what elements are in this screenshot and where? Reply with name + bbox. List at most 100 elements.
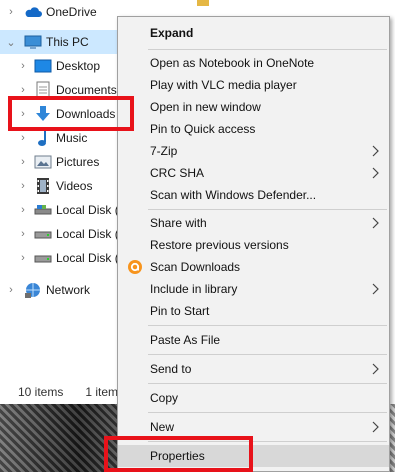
nav-label: Local Disk ( [56, 227, 119, 241]
menu-item-label: Include in library [150, 282, 238, 296]
chevron-right-icon[interactable]: › [16, 83, 30, 97]
avast-icon [126, 258, 144, 276]
desktop-icon [34, 57, 52, 75]
menu-item-label: Open as Notebook in OneNote [150, 56, 315, 70]
nav-label: Downloads [56, 107, 116, 121]
navigation-pane: › OneDrive ⌄ This PC › Desktop › Documen… [0, 0, 130, 380]
menu-item-pin-quick-access[interactable]: Pin to Quick access [118, 118, 389, 140]
menu-item-label: Pin to Start [150, 304, 210, 318]
chevron-right-icon[interactable]: › [4, 5, 18, 19]
menu-item-scan-downloads[interactable]: Scan Downloads [118, 256, 389, 278]
menu-item-crc-sha[interactable]: CRC SHA [118, 162, 389, 184]
chevron-right-icon[interactable]: › [16, 131, 30, 145]
chevron-right-icon[interactable]: › [16, 59, 30, 73]
cloud-icon [24, 3, 42, 21]
chevron-right-icon [371, 420, 381, 434]
menu-item-label: Restore previous versions [150, 238, 289, 252]
disk-icon [34, 201, 52, 219]
videos-icon [34, 177, 52, 195]
menu-item-open-onenote[interactable]: Open as Notebook in OneNote [118, 52, 389, 74]
nav-label: Network [46, 283, 91, 297]
chevron-right-icon [371, 362, 381, 376]
documents-icon [34, 81, 52, 99]
pictures-icon [34, 153, 52, 171]
nav-label: OneDrive [46, 5, 97, 19]
menu-item-properties[interactable]: Properties [118, 445, 389, 467]
menu-item-include-library[interactable]: Include in library [118, 278, 389, 300]
chevron-right-icon [371, 216, 381, 230]
menu-separator [148, 383, 387, 384]
chevron-right-icon[interactable]: › [16, 107, 30, 121]
nav-item-onedrive[interactable]: › OneDrive [0, 0, 130, 24]
menu-item-label: Copy [150, 391, 179, 405]
menu-item-label: Expand [150, 26, 194, 40]
status-item-count: 10 items [18, 385, 64, 399]
menu-item-restore-versions[interactable]: Restore previous versions [118, 234, 389, 256]
nav-item-this-pc[interactable]: ⌄ This PC [0, 30, 130, 54]
nav-label: Local Disk ( [56, 251, 119, 265]
disk-icon [34, 249, 52, 267]
status-bar: 10 items 1 item [0, 380, 130, 404]
menu-item-expand[interactable]: Expand [118, 22, 389, 44]
menu-item-label: New [150, 420, 175, 434]
chevron-right-icon [371, 166, 381, 180]
chevron-right-icon[interactable]: › [16, 203, 30, 217]
menu-item-label: Send to [150, 362, 192, 376]
chevron-right-icon[interactable]: › [16, 155, 30, 169]
nav-item-local-disk-3[interactable]: › Local Disk ( [0, 246, 130, 270]
menu-item-open-new-window[interactable]: Open in new window [118, 96, 389, 118]
nav-item-local-disk-1[interactable]: › Local Disk ( [0, 198, 130, 222]
menu-item-send-to[interactable]: Send to [118, 358, 389, 380]
menu-item-scan-defender[interactable]: Scan with Windows Defender... [118, 184, 389, 206]
nav-item-music[interactable]: › Music [0, 126, 130, 150]
nav-item-pictures[interactable]: › Pictures [0, 150, 130, 174]
menu-item-label: CRC SHA [150, 166, 205, 180]
chevron-right-icon [371, 144, 381, 158]
menu-separator [148, 441, 387, 442]
menu-item-share-with[interactable]: Share with [118, 212, 389, 234]
network-icon [24, 281, 42, 299]
menu-separator [148, 49, 387, 50]
menu-separator [148, 325, 387, 326]
status-selected-count: 1 item [85, 385, 119, 399]
nav-label: This PC [46, 35, 89, 49]
downloads-icon [34, 105, 52, 123]
nav-label: Local Disk ( [56, 203, 119, 217]
menu-item-label: 7-Zip [150, 144, 178, 158]
menu-item-pin-start[interactable]: Pin to Start [118, 300, 389, 322]
chevron-right-icon[interactable]: › [4, 283, 18, 297]
chevron-right-icon[interactable]: › [16, 251, 30, 265]
menu-item-play-vlc[interactable]: Play with VLC media player [118, 74, 389, 96]
nav-item-local-disk-2[interactable]: › Local Disk ( [0, 222, 130, 246]
menu-item-label: Share with [150, 216, 207, 230]
nav-item-documents[interactable]: › Documents [0, 78, 130, 102]
nav-label: Music [56, 131, 88, 145]
folder-icon-partial [197, 0, 209, 6]
nav-label: Documents [56, 83, 117, 97]
menu-item-label: Scan Downloads [150, 260, 241, 274]
menu-item-new[interactable]: New [118, 416, 389, 438]
menu-item-paste-as-file[interactable]: Paste As File [118, 329, 389, 351]
menu-item-label: Play with VLC media player [150, 78, 297, 92]
menu-item-label: Properties [150, 449, 205, 463]
nav-item-network[interactable]: › Network [0, 278, 130, 302]
menu-item-label: Scan with Windows Defender... [150, 188, 317, 202]
nav-item-downloads[interactable]: › Downloads [0, 102, 130, 126]
chevron-right-icon[interactable]: › [16, 227, 30, 241]
menu-item-label: Pin to Quick access [150, 122, 256, 136]
nav-item-videos[interactable]: › Videos [0, 174, 130, 198]
menu-item-copy[interactable]: Copy [118, 387, 389, 409]
menu-separator [148, 354, 387, 355]
menu-item-7zip[interactable]: 7-Zip [118, 140, 389, 162]
nav-label: Videos [56, 179, 93, 193]
chevron-down-icon[interactable]: ⌄ [4, 35, 18, 49]
music-icon [34, 129, 52, 147]
nav-label: Desktop [56, 59, 101, 73]
nav-item-desktop[interactable]: › Desktop [0, 54, 130, 78]
chevron-right-icon[interactable]: › [16, 179, 30, 193]
nav-label: Pictures [56, 155, 100, 169]
menu-separator [148, 209, 387, 210]
menu-item-label: Paste As File [150, 333, 221, 347]
menu-item-label: Open in new window [150, 100, 261, 114]
computer-icon [24, 33, 42, 51]
